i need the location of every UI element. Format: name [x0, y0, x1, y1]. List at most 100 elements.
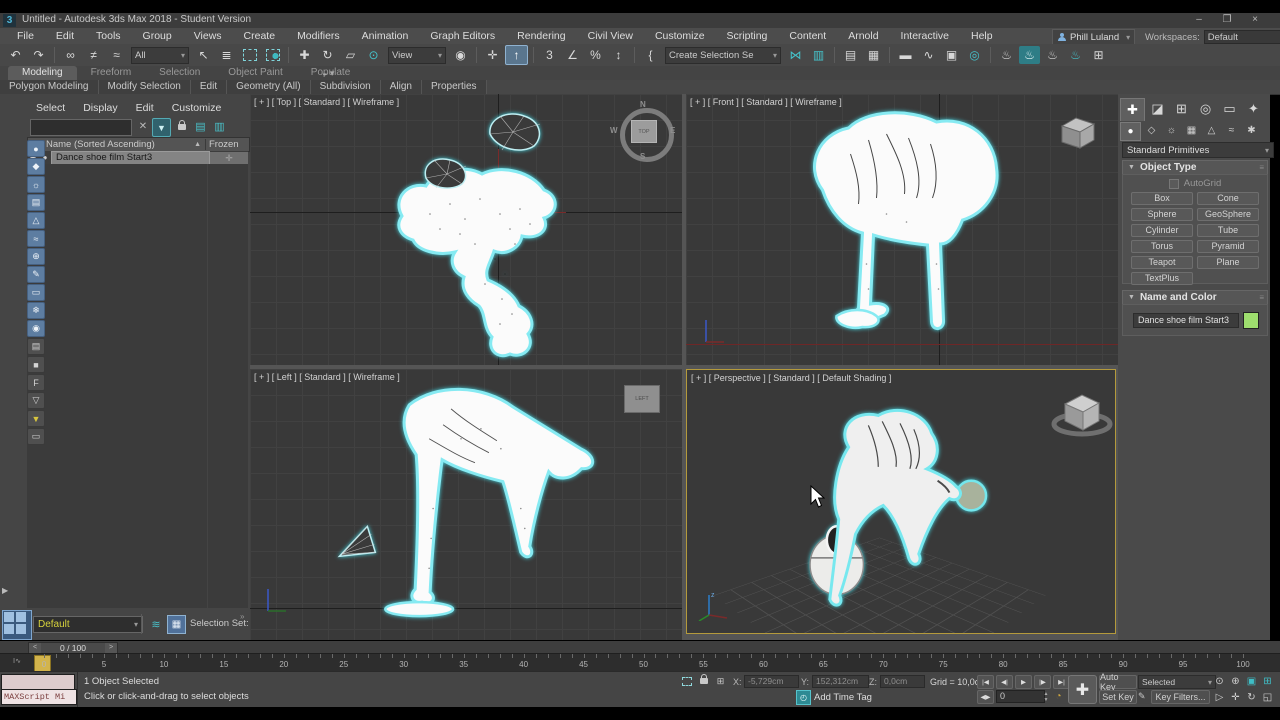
tab-display-icon[interactable]: ▭	[1218, 98, 1241, 120]
ribbon-group-polygon-modeling[interactable]: Polygon Modeling	[0, 80, 99, 94]
zoom-region-button[interactable]: ▷	[1212, 690, 1227, 705]
viewport-front[interactable]: [ + ] [ Front ] [ Standard ] [ Wireframe…	[686, 94, 1118, 365]
align-icon[interactable]: ▥	[808, 46, 829, 64]
viewport-left[interactable]: [ + ] [ Left ] [ Standard ] [ Wireframe …	[250, 369, 682, 640]
mirror-icon[interactable]: ⋈	[785, 46, 806, 64]
filter-funnel-button[interactable]: ▼	[152, 118, 171, 137]
ribbon-tab-selection[interactable]: Selection	[145, 66, 214, 80]
restore-button[interactable]: ❐	[1216, 13, 1238, 27]
cat-helpers-icon[interactable]: △	[1202, 122, 1221, 139]
reference-coordinate-dropdown[interactable]: View▾	[388, 47, 446, 64]
close-button[interactable]: ×	[1244, 13, 1266, 27]
menu-file[interactable]: File	[6, 28, 45, 44]
objtype-pyramid-button[interactable]: Pyramid	[1197, 240, 1259, 253]
manage-layers-icon[interactable]: ≋	[148, 616, 164, 632]
current-frame-field[interactable]: 0	[996, 690, 1045, 703]
select-and-scale-icon[interactable]: ▱	[340, 46, 361, 64]
go-to-start-button[interactable]: |◀	[977, 675, 994, 689]
explorer-menu-edit[interactable]: Edit	[130, 102, 160, 114]
select-object-icon[interactable]: ↖	[193, 46, 214, 64]
tab-create-icon[interactable]: ✚	[1120, 98, 1145, 121]
viewcube[interactable]	[1058, 112, 1098, 152]
active-layer-dropdown[interactable]: Default ▾	[33, 616, 143, 633]
frozen-cell[interactable]: ✛	[210, 152, 248, 164]
key-mode-toggle[interactable]: ◀▶	[977, 690, 994, 704]
explorer-empty-area[interactable]	[27, 164, 248, 634]
autogrid-checkbox[interactable]	[1169, 179, 1179, 189]
objtype-geosphere-button[interactable]: GeoSphere	[1197, 208, 1259, 221]
pan-button[interactable]: ✛	[1228, 690, 1243, 705]
filter-cameras-icon[interactable]: ▤	[27, 194, 45, 211]
ribbon-group-properties[interactable]: Properties	[422, 80, 487, 94]
objtype-tube-button[interactable]: Tube	[1197, 224, 1259, 237]
object-name-input[interactable]: Dance shoe film Start3	[1133, 313, 1239, 328]
display-frozen-icon[interactable]: F	[27, 374, 45, 391]
more-chevrons-icon[interactable]: »	[240, 612, 244, 621]
zoom-extents-button[interactable]: ▣	[1244, 674, 1259, 689]
render-setup-icon[interactable]: ♨	[996, 46, 1017, 64]
undo-icon[interactable]: ↶	[5, 46, 26, 64]
tab-motion-icon[interactable]: ◎	[1194, 98, 1217, 120]
objtype-plane-button[interactable]: Plane	[1197, 256, 1259, 269]
unlink-selection-icon[interactable]: ≠	[83, 46, 104, 64]
ribbon-group-geometry-all[interactable]: Geometry (All)	[227, 80, 310, 94]
scene-explorer-toggle-icon[interactable]: ▦	[167, 615, 186, 634]
viewcube[interactable]	[1047, 382, 1116, 447]
menu-views[interactable]: Views	[183, 28, 233, 44]
search-input[interactable]	[30, 119, 132, 136]
compass-north[interactable]: N	[640, 100, 646, 109]
filter-bones-icon[interactable]: ✎	[27, 266, 45, 283]
maxscript-listener-input[interactable]	[1, 674, 75, 690]
archive-icon[interactable]: ▭	[27, 428, 45, 445]
viewcube-compass[interactable]: TOP N W E S	[614, 104, 674, 162]
window-crossing-icon[interactable]	[262, 46, 283, 64]
compass-west[interactable]: W	[610, 126, 618, 135]
absolute-offset-mode-icon[interactable]: ⊞	[714, 675, 727, 687]
cat-systems-icon[interactable]: ✱	[1242, 122, 1261, 139]
cat-cameras-icon[interactable]: ▦	[1182, 122, 1201, 139]
objtype-box-button[interactable]: Box	[1131, 192, 1193, 205]
compass-east[interactable]: E	[670, 126, 675, 135]
zoom-extents-all-button[interactable]: ⊞	[1260, 674, 1275, 689]
selection-filter-dropdown[interactable]: All▾	[131, 47, 189, 64]
explorer-menu-select[interactable]: Select	[30, 102, 71, 114]
keyboard-shortcut-override-icon[interactable]: ↑	[505, 45, 528, 65]
viewcube-left-face[interactable]: LEFT	[624, 385, 660, 413]
auto-key-button[interactable]: Auto Key	[1099, 675, 1137, 689]
percent-snap-icon[interactable]: %	[585, 46, 606, 64]
viewport-label[interactable]: [ + ] [ Front ] [ Standard ] [ Wireframe…	[690, 97, 842, 107]
orbit-button[interactable]: ↻	[1244, 690, 1259, 705]
time-tag-clock-icon[interactable]: ◴	[796, 690, 811, 705]
filter-space-warps-icon[interactable]: ≈	[27, 230, 45, 247]
menu-graph-editors[interactable]: Graph Editors	[419, 28, 506, 44]
material-editor-icon[interactable]: ◎	[964, 46, 985, 64]
filter-groups-icon[interactable]: ⊕	[27, 248, 45, 265]
tab-utilities-icon[interactable]: ✦	[1242, 98, 1265, 120]
lock-explorer-icon[interactable]	[173, 118, 190, 135]
menu-modifiers[interactable]: Modifiers	[286, 28, 351, 44]
table-row[interactable]: ◉ ● Dance shoe film Start3 ✛	[27, 151, 248, 164]
viewport-label[interactable]: [ + ] [ Top ] [ Standard ] [ Wireframe ]	[254, 97, 399, 107]
maximize-viewport-button[interactable]: ◱	[1260, 690, 1275, 705]
select-and-rotate-icon[interactable]: ↻	[317, 46, 338, 64]
y-coordinate-field[interactable]: 152,312cm	[812, 675, 869, 688]
objtype-torus-button[interactable]: Torus	[1131, 240, 1193, 253]
schematic-view-icon[interactable]: ▣	[941, 46, 962, 64]
user-account-menu[interactable]: Phill Luland ▾	[1052, 29, 1135, 45]
previous-frame-button[interactable]: ◀|	[996, 675, 1013, 689]
z-coordinate-field[interactable]: 0,0cm	[880, 675, 925, 688]
key-filters-button[interactable]: Key Filters...	[1151, 690, 1210, 704]
toggle-layer-explorer-icon[interactable]: ▦	[863, 46, 884, 64]
menu-help[interactable]: Help	[960, 28, 1004, 44]
name-color-rollout-header[interactable]: ▼ Name and Color ≡	[1122, 290, 1268, 305]
time-configuration-icon[interactable]: ◔	[1052, 690, 1065, 703]
rendered-frame-window-icon[interactable]: ♨	[1019, 46, 1040, 64]
dancer-left-view[interactable]	[250, 369, 682, 640]
pick-container-icon[interactable]: ▤	[192, 118, 209, 135]
objtype-sphere-button[interactable]: Sphere	[1131, 208, 1193, 221]
ribbon-tab-modeling[interactable]: Modeling	[8, 66, 77, 80]
filter-frozen-icon[interactable]: ❄	[27, 302, 45, 319]
viewport-perspective[interactable]: [ + ] [ Perspective ] [ Standard ] [ Def…	[686, 369, 1116, 634]
angle-snap-icon[interactable]: ∠	[562, 46, 583, 64]
compass-south[interactable]: S	[640, 152, 645, 161]
